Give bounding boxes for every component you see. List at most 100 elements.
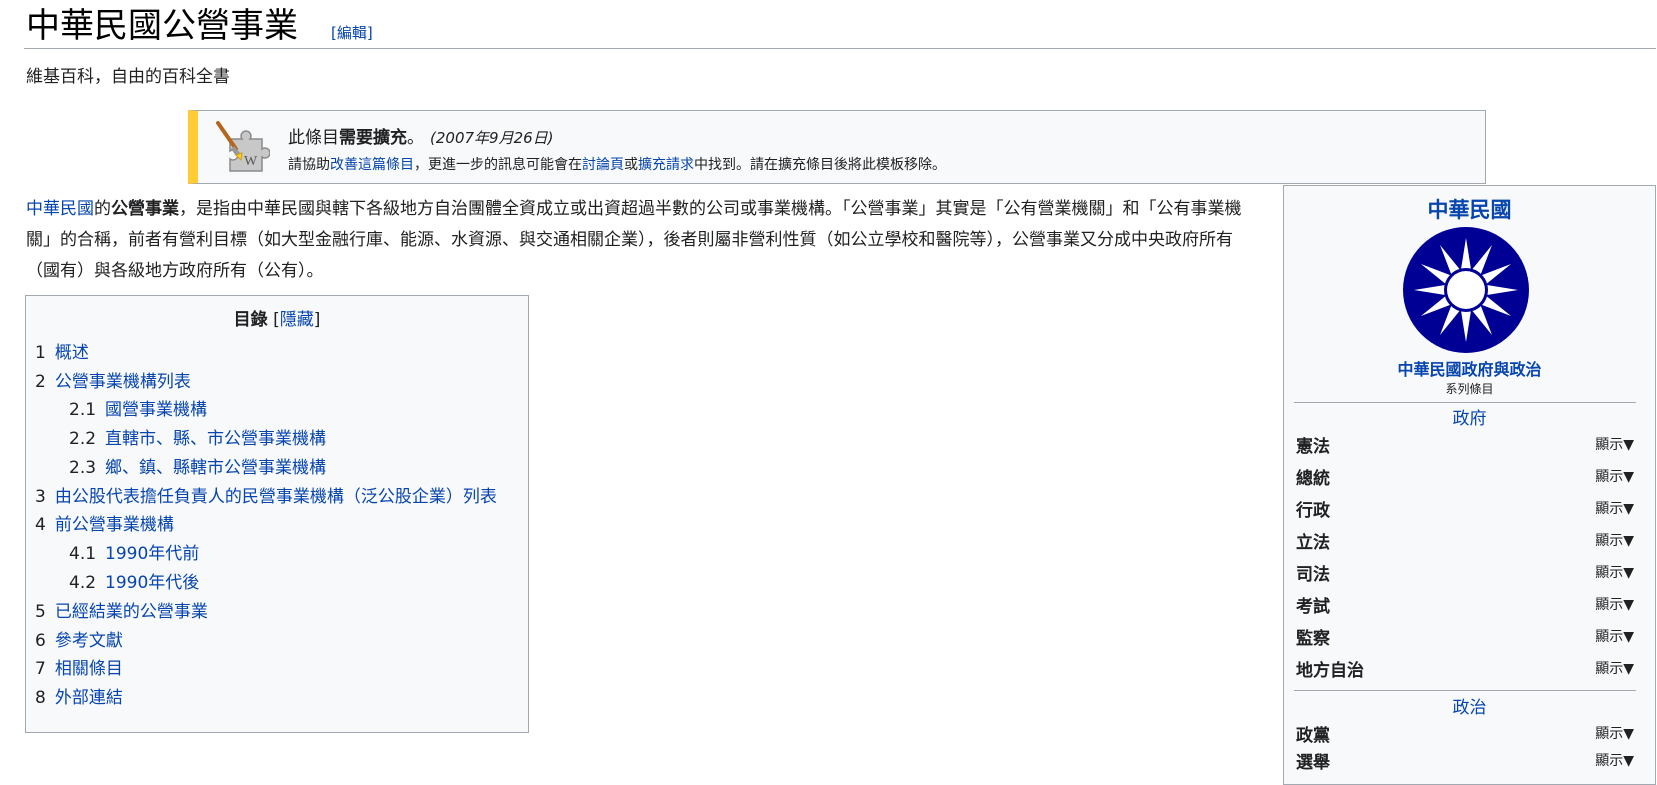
navbox-row-judicial: 司法 顯示▼ bbox=[1296, 560, 1634, 585]
ambox-bold-text: 需要擴充 bbox=[339, 128, 407, 148]
navbox-row-constitution: 憲法 顯示▼ bbox=[1296, 432, 1634, 457]
infobox-divider bbox=[1294, 690, 1636, 691]
ambox-help: 請協助改善這篇條目，更進一步的訊息可能會在討論頁或擴充請求中找到。請在擴充條目後… bbox=[288, 154, 946, 174]
toc-label: 外部連結 bbox=[54, 688, 123, 708]
toc-number: 2.1 bbox=[69, 400, 97, 420]
blue-sky-white-sun-emblem-icon bbox=[1403, 227, 1529, 353]
site-tagline: 維基百科，自由的百科全書 bbox=[26, 67, 230, 87]
toc-number: 2 bbox=[35, 372, 46, 392]
toc-item[interactable]: 2 公營事業機構列表 bbox=[35, 367, 191, 392]
navbox-row-label: 監察 bbox=[1296, 629, 1330, 649]
series-subtitle: 系列條目 bbox=[1445, 382, 1494, 396]
navbox-row-executive: 行政 顯示▼ bbox=[1296, 496, 1634, 521]
toc-label: 公營事業機構列表 bbox=[54, 372, 191, 392]
ambox-help-text: 中找到。請在擴充條目後將此模板移除。 bbox=[694, 157, 946, 173]
navbox-row-examination: 考試 顯示▼ bbox=[1296, 592, 1634, 617]
navbox-row-label: 行政 bbox=[1296, 501, 1330, 521]
lead-paragraph: 中華民國的公營事業，是指由中華民國與轄下各級地方自治團體全資成立或出資超過半數的… bbox=[26, 194, 1254, 287]
ambox-help-text: ，更進一步的訊息可能會在 bbox=[414, 157, 582, 173]
toc-number: 6 bbox=[35, 631, 46, 651]
toc-item[interactable]: 5 已經結業的公營事業 bbox=[35, 597, 208, 622]
show-toggle[interactable]: 顯示▼ bbox=[1595, 594, 1634, 614]
show-toggle[interactable]: 顯示▼ bbox=[1595, 530, 1634, 550]
talk-page-link[interactable]: 討論頁 bbox=[582, 157, 624, 173]
lead-bold-term: 公營事業 bbox=[111, 199, 179, 219]
toc-hide-link[interactable]: 隱藏 bbox=[280, 310, 314, 330]
toc-number: 7 bbox=[35, 659, 46, 679]
toc-number: 4.1 bbox=[69, 544, 97, 564]
toc-hide-toggle[interactable]: [隱藏] bbox=[273, 310, 320, 330]
navbox-row-label: 總統 bbox=[1296, 469, 1330, 489]
navbox-row-label: 憲法 bbox=[1296, 437, 1330, 457]
toc-number: 4.2 bbox=[69, 573, 97, 593]
show-toggle[interactable]: 顯示▼ bbox=[1595, 434, 1634, 454]
ambox-help-text: 請協助 bbox=[288, 157, 330, 173]
navbox-row-label: 地方自治 bbox=[1296, 661, 1364, 681]
show-toggle[interactable]: 顯示▼ bbox=[1595, 723, 1634, 743]
show-toggle[interactable]: 顯示▼ bbox=[1595, 626, 1634, 646]
title-divider bbox=[24, 48, 1656, 49]
show-toggle[interactable]: 顯示▼ bbox=[1595, 562, 1634, 582]
toc-item[interactable]: 2.1 國營事業機構 bbox=[69, 395, 207, 420]
toc-label: 直轄市、縣、市公營事業機構 bbox=[105, 429, 327, 449]
toc-item[interactable]: 6 參考文獻 bbox=[35, 626, 123, 651]
navbox-row-label: 司法 bbox=[1296, 565, 1330, 585]
show-toggle[interactable]: 顯示▼ bbox=[1595, 498, 1634, 518]
toc-label: 由公股代表擔任負責人的民營事業機構（泛公股企業）列表 bbox=[54, 487, 497, 507]
roc-link[interactable]: 中華民國 bbox=[26, 199, 94, 219]
improve-article-link[interactable]: 改善這篇條目 bbox=[330, 157, 414, 173]
toc-label: 鄉、鎮、縣轄市公營事業機構 bbox=[105, 458, 327, 478]
toc-label: 相關條目 bbox=[54, 659, 123, 679]
puzzle-brush-icon: W bbox=[216, 121, 270, 172]
toc-label: 1990年代後 bbox=[105, 573, 200, 593]
toc-number: 5 bbox=[35, 602, 46, 622]
toc-number: 1 bbox=[35, 343, 46, 363]
toc-item[interactable]: 7 相關條目 bbox=[35, 654, 123, 679]
svg-text:W: W bbox=[244, 154, 258, 169]
lead-text: ，是指由中華民國與轄下各級地方自治團體全資成立或出資超過半數的公司或事業機構。「… bbox=[26, 199, 1242, 281]
politics-navbox: 中華民國 中華民國政府與政治 系列條目 政府 憲法 顯示▼ 總統 顯示▼ 行政 bbox=[1283, 185, 1656, 785]
show-toggle[interactable]: 顯示▼ bbox=[1595, 466, 1634, 486]
infobox-divider bbox=[1294, 402, 1636, 403]
page-title: 中華民國公營事業 bbox=[26, 6, 298, 46]
ambox-suffix: 。 bbox=[407, 128, 424, 148]
toc-item[interactable]: 2.2 直轄市、縣、市公營事業機構 bbox=[69, 424, 326, 449]
show-toggle[interactable]: 顯示▼ bbox=[1595, 750, 1634, 770]
table-of-contents: 目錄 [隱藏] 1 概述 2 公營事業機構列表 2.1 國營事業機構 2.2 直轄市、縣… bbox=[25, 295, 529, 733]
section-politics-link[interactable]: 政治 bbox=[1284, 693, 1655, 718]
navbox-row-president: 總統 顯示▼ bbox=[1296, 464, 1634, 489]
toc-item[interactable]: 1 概述 bbox=[35, 338, 89, 363]
toc-item[interactable]: 2.3 鄉、鎮、縣轄市公營事業機構 bbox=[69, 453, 326, 478]
navbox-row-local-autonomy: 地方自治 顯示▼ bbox=[1296, 656, 1634, 681]
toc-title: 目錄 [隱藏] bbox=[26, 305, 528, 330]
section-government-link[interactable]: 政府 bbox=[1284, 404, 1655, 429]
toc-heading: 目錄 bbox=[233, 310, 268, 330]
toc-item[interactable]: 3 由公股代表擔任負責人的民營事業機構（泛公股企業）列表 bbox=[35, 482, 497, 507]
toc-item[interactable]: 4 前公營事業機構 bbox=[35, 510, 174, 535]
toc-item[interactable]: 4.1 1990年代前 bbox=[69, 539, 199, 564]
toc-item[interactable]: 8 外部連結 bbox=[35, 683, 123, 708]
navbox-row-legislative: 立法 顯示▼ bbox=[1296, 528, 1634, 553]
toc-item[interactable]: 4.2 1990年代後 bbox=[69, 568, 199, 593]
navbox-row-elections: 選舉 顯示▼ bbox=[1296, 748, 1634, 773]
ambox-prefix: 此條目 bbox=[288, 128, 339, 148]
lead-text: 的 bbox=[94, 199, 111, 219]
toc-number: 3 bbox=[35, 487, 46, 507]
expansion-request-link[interactable]: 擴充請求 bbox=[638, 157, 694, 173]
navbox-row-label: 立法 bbox=[1296, 533, 1330, 553]
infobox-title-link[interactable]: 中華民國 bbox=[1284, 194, 1655, 224]
toc-label: 參考文獻 bbox=[54, 631, 123, 651]
toc-number: 8 bbox=[35, 688, 46, 708]
toc-number: 4 bbox=[35, 515, 46, 535]
series-title-link[interactable]: 中華民國政府與政治 bbox=[1284, 356, 1655, 380]
ambox-help-text: 或 bbox=[624, 157, 638, 173]
ambox-date: (2007年9月26日) bbox=[430, 129, 554, 147]
toc-label: 國營事業機構 bbox=[105, 400, 208, 420]
edit-link[interactable]: [編輯] bbox=[331, 22, 373, 43]
toc-label: 1990年代前 bbox=[105, 544, 200, 564]
show-toggle[interactable]: 顯示▼ bbox=[1595, 658, 1634, 678]
navbox-row-control: 監察 顯示▼ bbox=[1296, 624, 1634, 649]
ambox-message: 此條目需要擴充。 (2007年9月26日) bbox=[288, 123, 554, 148]
toc-label: 前公營事業機構 bbox=[54, 515, 174, 535]
navbox-row-label: 政黨 bbox=[1296, 726, 1330, 746]
